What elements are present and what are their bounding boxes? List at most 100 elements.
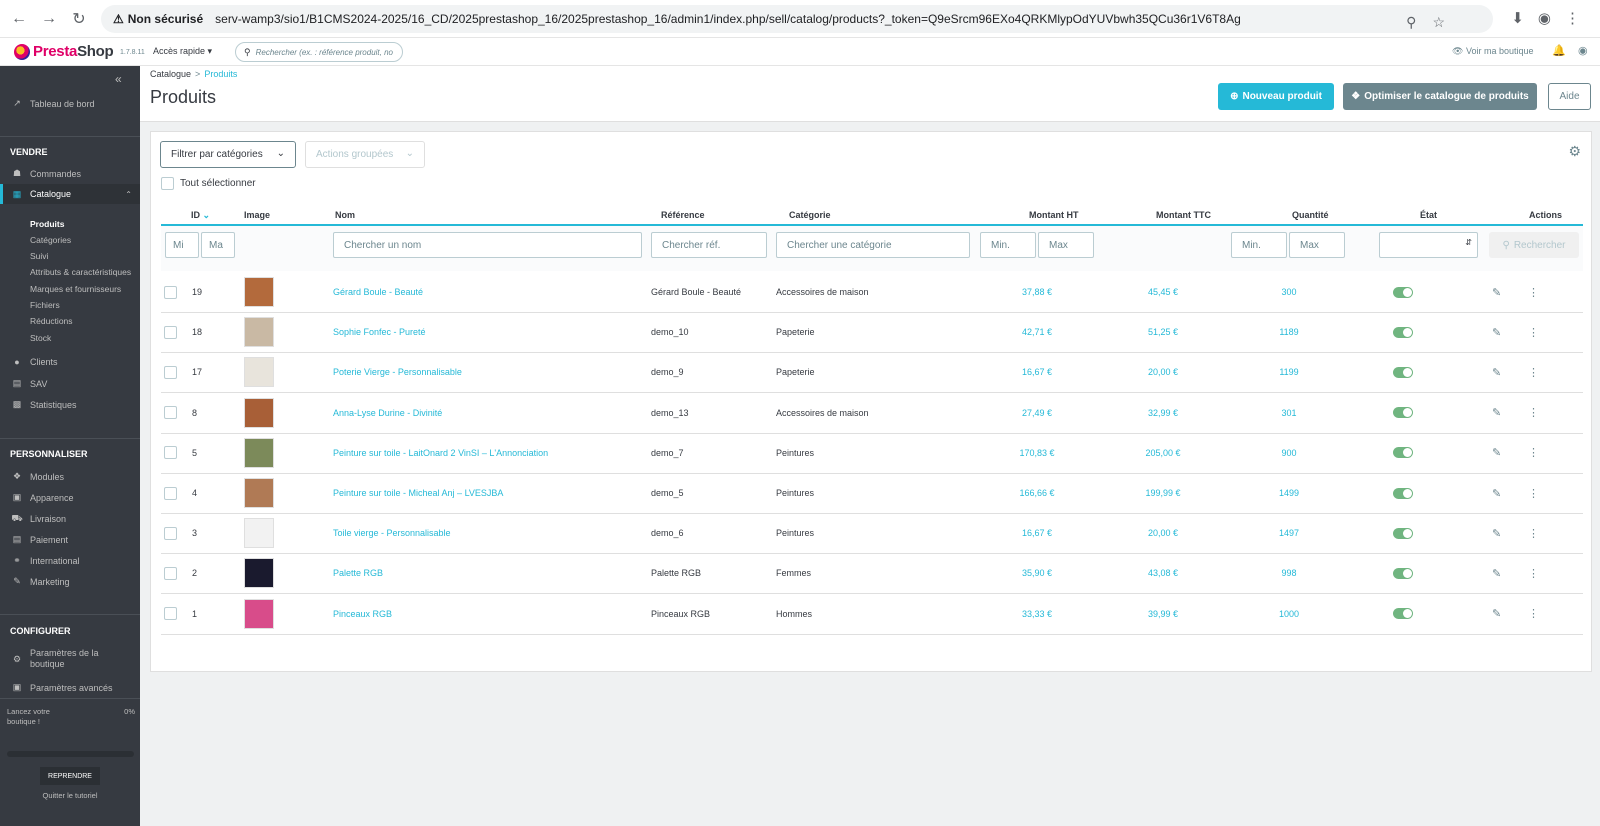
filter-id-min[interactable]: Mi: [165, 232, 199, 258]
header-category[interactable]: Catégorie: [789, 210, 831, 220]
sort-down-icon[interactable]: ⌄: [203, 210, 211, 220]
row-checkbox[interactable]: [164, 325, 177, 339]
filter-qty-max[interactable]: Max: [1289, 232, 1345, 258]
sidebar-item-clients[interactable]: ● Clients: [10, 357, 57, 367]
product-name-link[interactable]: Palette RGB: [333, 553, 383, 593]
filter-price-max[interactable]: Max: [1038, 232, 1094, 258]
product-price-ht[interactable]: 35,90 €: [987, 553, 1087, 593]
sidebar-item-orders[interactable]: ☗ Commandes: [10, 168, 81, 179]
product-price-ht[interactable]: 27,49 €: [987, 393, 1087, 433]
sidebar-item-shop-params[interactable]: ⚙ Paramètres de la boutique: [10, 648, 120, 670]
forward-icon[interactable]: →: [38, 8, 60, 30]
header-id[interactable]: ID ⌄: [191, 210, 210, 221]
status-toggle[interactable]: [1393, 487, 1413, 499]
more-actions-icon[interactable]: ⋮: [1528, 513, 1539, 553]
status-toggle[interactable]: [1393, 366, 1413, 378]
product-price-ht[interactable]: 16,67 €: [987, 352, 1087, 392]
optimize-catalog-button[interactable]: ❖ Optimiser le catalogue de produits: [1343, 83, 1537, 110]
bookmark-star-icon[interactable]: ☆: [1432, 14, 1445, 31]
sidebar-item-catalog[interactable]: ▦ Catalogue ⌃: [0, 184, 140, 204]
status-toggle[interactable]: [1393, 326, 1413, 338]
product-thumbnail[interactable]: [244, 397, 274, 428]
sidebar-subitem-discounts[interactable]: Réductions: [30, 316, 73, 326]
edit-pencil-icon[interactable]: ✎: [1492, 594, 1501, 634]
product-thumbnail[interactable]: [244, 518, 274, 549]
filter-price-min[interactable]: Min.: [980, 232, 1036, 258]
breadcrumb-current[interactable]: Produits: [204, 69, 237, 79]
product-quantity[interactable]: 1000: [1239, 594, 1339, 634]
status-toggle[interactable]: [1393, 608, 1413, 620]
new-product-button[interactable]: ⊕ Nouveau produit: [1218, 83, 1334, 110]
sidebar-item-dashboard[interactable]: ↗ Tableau de bord: [10, 98, 94, 109]
edit-pencil-icon[interactable]: ✎: [1492, 312, 1501, 352]
edit-pencil-icon[interactable]: ✎: [1492, 433, 1501, 473]
sidebar-item-sav[interactable]: ▤ SAV: [10, 378, 48, 389]
filter-category-input[interactable]: Chercher une catégorie: [776, 232, 970, 258]
product-name-link[interactable]: Peinture sur toile - LaitOnard 2 VinSI –…: [333, 433, 548, 473]
edit-pencil-icon[interactable]: ✎: [1492, 553, 1501, 593]
reload-icon[interactable]: ↻: [68, 8, 90, 30]
product-price-ttc[interactable]: 20,00 €: [1113, 513, 1213, 553]
quick-access-dropdown[interactable]: Accès rapide ▾: [153, 46, 212, 57]
product-price-ht[interactable]: 170,83 €: [987, 433, 1087, 473]
product-name-link[interactable]: Poterie Vierge - Personnalisable: [333, 352, 462, 392]
header-price-ht[interactable]: Montant HT: [1029, 210, 1079, 220]
product-thumbnail[interactable]: [244, 558, 274, 589]
sidebar-item-marketing[interactable]: ✎ Marketing: [10, 576, 69, 587]
product-price-ht[interactable]: 42,71 €: [987, 312, 1087, 352]
sidebar-subitem-products[interactable]: Produits: [30, 219, 64, 229]
product-quantity[interactable]: 300: [1239, 272, 1339, 312]
sidebar-item-modules[interactable]: ❖ Modules: [10, 471, 64, 482]
row-checkbox[interactable]: [164, 365, 177, 379]
product-quantity[interactable]: 1199: [1239, 352, 1339, 392]
product-thumbnail[interactable]: [244, 478, 274, 508]
help-button[interactable]: Aide: [1548, 83, 1591, 110]
edit-pencil-icon[interactable]: ✎: [1492, 393, 1501, 433]
product-name-link[interactable]: Peinture sur toile - Micheal Anj – LVESJ…: [333, 473, 503, 513]
product-price-ttc[interactable]: 45,45 €: [1113, 272, 1213, 312]
row-checkbox[interactable]: [164, 406, 177, 420]
prestashop-logo[interactable]: PrestaShop: [14, 43, 114, 60]
more-actions-icon[interactable]: ⋮: [1528, 272, 1539, 312]
product-name-link[interactable]: Anna-Lyse Durine - Divinité: [333, 393, 442, 433]
product-price-ttc[interactable]: 43,08 €: [1113, 553, 1213, 593]
header-reference[interactable]: Référence: [661, 210, 705, 220]
product-quantity[interactable]: 1499: [1239, 473, 1339, 513]
product-price-ht[interactable]: 33,33 €: [987, 594, 1087, 634]
product-price-ttc[interactable]: 205,00 €: [1113, 433, 1213, 473]
view-shop-link[interactable]: 👁 Voir ma boutique: [1452, 46, 1533, 57]
edit-pencil-icon[interactable]: ✎: [1492, 473, 1501, 513]
product-price-ttc[interactable]: 32,99 €: [1113, 393, 1213, 433]
address-bar[interactable]: ⚠ Non sécurisé serv-wamp3/sio1/B1CMS2024-…: [101, 5, 1493, 33]
notifications-bell-icon[interactable]: 🔔: [1552, 44, 1566, 57]
filter-state-select[interactable]: ⇵: [1379, 232, 1478, 258]
product-quantity[interactable]: 1497: [1239, 513, 1339, 553]
sidebar-item-advanced-params[interactable]: ▣ Paramètres avancés: [10, 682, 113, 693]
edit-pencil-icon[interactable]: ✎: [1492, 513, 1501, 553]
row-checkbox[interactable]: [164, 446, 177, 460]
more-actions-icon[interactable]: ⋮: [1528, 312, 1539, 352]
header-name[interactable]: Nom: [335, 210, 355, 220]
sidebar-subitem-stock[interactable]: Stock: [30, 333, 51, 343]
product-price-ttc[interactable]: 199,99 €: [1113, 473, 1213, 513]
edit-pencil-icon[interactable]: ✎: [1492, 352, 1501, 392]
product-price-ttc[interactable]: 20,00 €: [1113, 352, 1213, 392]
filter-id-max[interactable]: Ma: [201, 232, 235, 258]
sidebar-item-international[interactable]: ⚭ International: [10, 555, 79, 566]
header-state[interactable]: État: [1420, 210, 1437, 220]
row-checkbox[interactable]: [164, 566, 177, 580]
settings-gear-icon[interactable]: ⚙: [1568, 143, 1581, 160]
more-actions-icon[interactable]: ⋮: [1528, 352, 1539, 392]
header-search-input[interactable]: ⚲ Rechercher (ex. : référence produit, no: [235, 42, 403, 62]
row-checkbox[interactable]: [164, 285, 177, 299]
search-button[interactable]: ⚲ Rechercher: [1489, 232, 1579, 258]
row-checkbox[interactable]: [164, 526, 177, 540]
product-name-link[interactable]: Pinceaux RGB: [333, 594, 392, 634]
product-thumbnail[interactable]: [244, 437, 274, 468]
product-price-ht[interactable]: 166,66 €: [987, 473, 1087, 513]
filter-name-input[interactable]: Chercher un nom: [333, 232, 642, 258]
collapse-sidebar-icon[interactable]: «: [115, 72, 122, 86]
filter-categories-dropdown[interactable]: Filtrer par catégories ⌄: [160, 141, 296, 168]
sidebar-item-appearance[interactable]: ▣ Apparence: [10, 492, 74, 503]
zoom-icon[interactable]: ⚲: [1406, 14, 1416, 31]
